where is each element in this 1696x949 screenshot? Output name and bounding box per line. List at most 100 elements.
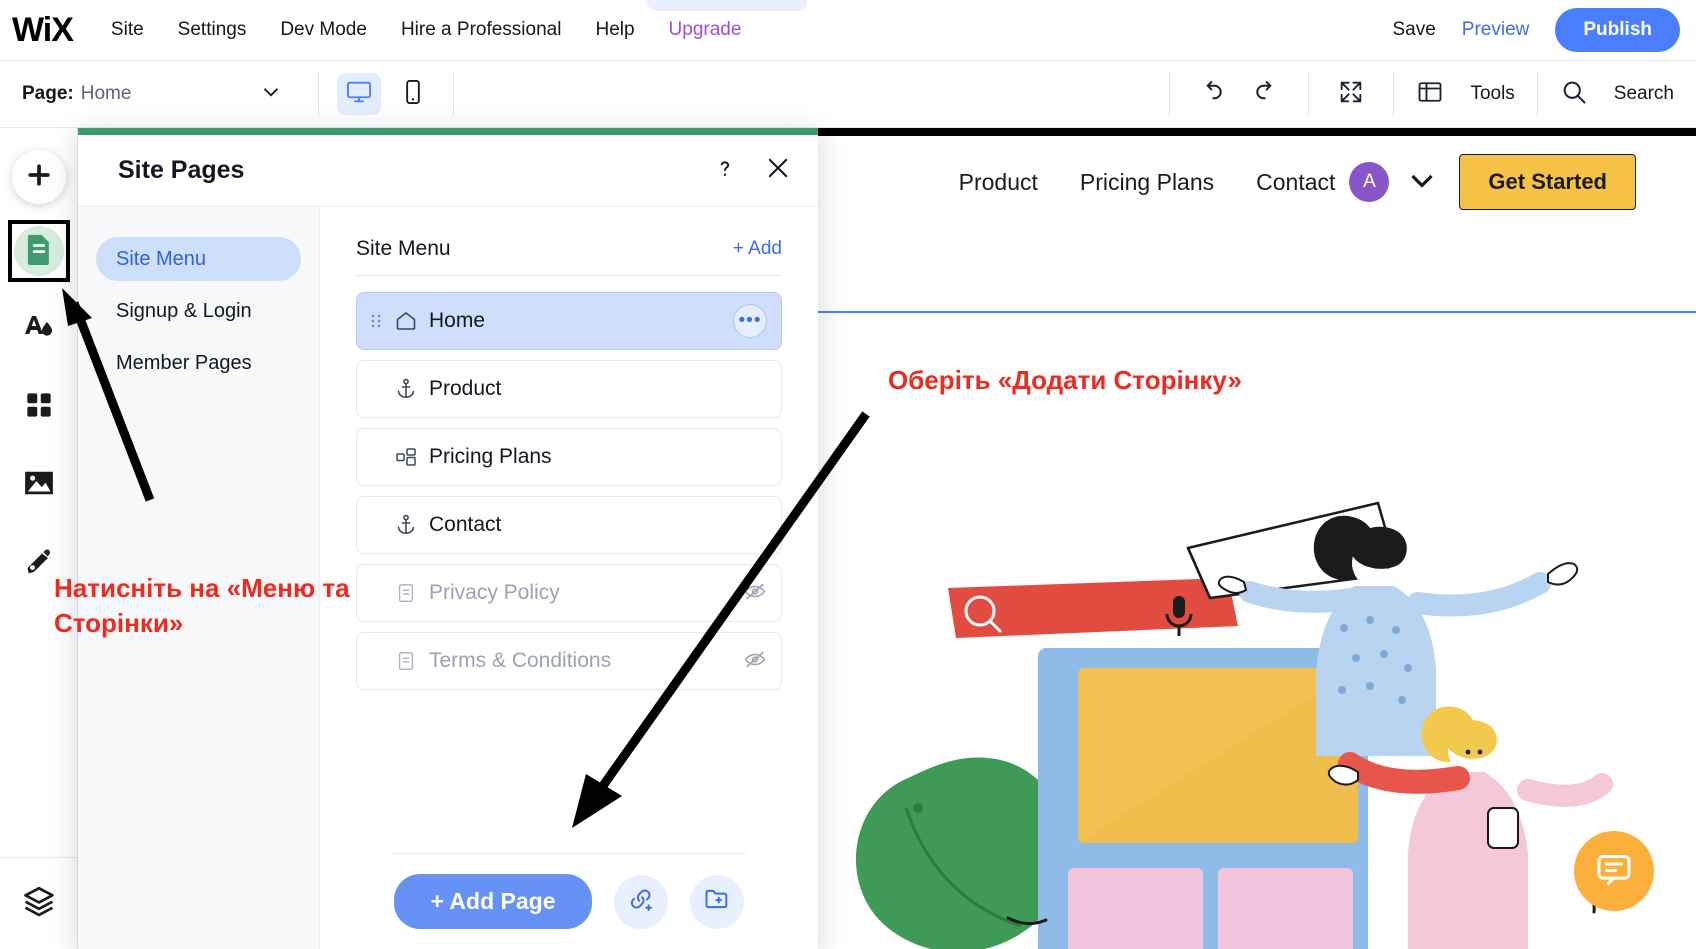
page-row-home[interactable]: Home ••• xyxy=(356,292,782,350)
sidebar-item-media[interactable] xyxy=(8,454,70,516)
desktop-icon xyxy=(345,78,373,111)
pen-icon xyxy=(24,547,54,580)
history-group xyxy=(1170,61,1308,128)
menu-item-dev-mode[interactable]: Dev Mode xyxy=(280,19,367,41)
pricing-grid-icon xyxy=(391,445,421,469)
page-options-button[interactable]: ••• xyxy=(733,304,767,338)
panel-section-header: Site Menu + Add xyxy=(356,207,782,276)
chat-widget-button[interactable] xyxy=(1574,831,1654,911)
help-button[interactable] xyxy=(712,155,738,186)
page-row-terms-conditions[interactable]: Terms & Conditions xyxy=(356,632,782,690)
drag-handle-icon[interactable] xyxy=(371,313,387,329)
panel-footer: + Add Page xyxy=(392,853,746,949)
document-icon xyxy=(391,650,421,672)
site-nav-contact[interactable]: Contact xyxy=(1256,169,1335,196)
sidebar-item-blog[interactable] xyxy=(8,532,70,594)
tools-group[interactable]: Tools xyxy=(1394,61,1536,128)
add-page-button[interactable]: + Add Page xyxy=(394,874,591,929)
close-icon xyxy=(764,169,792,186)
add-folder-button[interactable] xyxy=(690,875,744,929)
eye-off-icon[interactable] xyxy=(743,647,767,676)
page-row-label: Pricing Plans xyxy=(429,445,552,469)
document-icon xyxy=(391,582,421,604)
page-row-actions xyxy=(743,647,767,676)
page-row-contact[interactable]: Contact xyxy=(356,496,782,554)
sidebar-item-pages[interactable] xyxy=(8,220,70,282)
panel-nav: Site Menu Signup & Login Member Pages xyxy=(78,207,320,949)
page-row-label: Privacy Policy xyxy=(429,581,560,605)
avatar[interactable]: A xyxy=(1349,162,1389,202)
top-menu: Site Settings Dev Mode Hire a Profession… xyxy=(111,19,742,41)
sidebar-item-layers[interactable] xyxy=(0,857,78,949)
plus-icon xyxy=(24,160,54,195)
zoom-out-button[interactable] xyxy=(1331,74,1371,114)
add-menu-item-link[interactable]: + Add xyxy=(733,238,782,260)
eye-off-icon[interactable] xyxy=(743,579,767,608)
search-group[interactable]: Search xyxy=(1538,61,1696,128)
desktop-view-button[interactable] xyxy=(337,73,381,115)
toolbar-right: Tools Search xyxy=(1169,61,1696,128)
menu-item-settings[interactable]: Settings xyxy=(178,19,247,41)
layers-icon xyxy=(22,884,56,923)
page-row-actions xyxy=(743,579,767,608)
page-row-label: Contact xyxy=(429,513,501,537)
panel-section-title: Site Menu xyxy=(356,237,451,261)
save-button[interactable]: Save xyxy=(1392,19,1435,41)
image-icon xyxy=(23,469,55,502)
panel-nav-member-pages[interactable]: Member Pages xyxy=(96,341,301,385)
top-bar-actions: Save Preview Publish xyxy=(1392,8,1696,52)
page-title: Site Pages xyxy=(118,156,244,185)
search-icon xyxy=(1560,78,1588,111)
panel-nav-site-menu[interactable]: Site Menu xyxy=(96,237,301,281)
menu-item-upgrade[interactable]: Upgrade xyxy=(669,19,742,41)
zoom-group xyxy=(1309,61,1393,128)
undo-button[interactable] xyxy=(1192,74,1232,114)
page-row-product[interactable]: Product xyxy=(356,360,782,418)
site-nav-product[interactable]: Product xyxy=(959,169,1038,196)
menu-item-hire-a-professional[interactable]: Hire a Professional xyxy=(401,19,562,41)
page-row-label: Home xyxy=(429,309,485,333)
sidebar-item-apps[interactable] xyxy=(8,376,70,438)
menu-item-help[interactable]: Help xyxy=(595,19,634,41)
panel-header: Site Pages xyxy=(78,135,818,207)
site-nav-pricing-plans[interactable]: Pricing Plans xyxy=(1080,169,1214,196)
page-selector[interactable]: Page: Home xyxy=(0,61,318,128)
view-mode-switcher xyxy=(319,73,453,115)
upgrade-highlight xyxy=(647,0,807,11)
publish-button[interactable]: Publish xyxy=(1555,8,1680,52)
zoom-out-icon xyxy=(1337,78,1365,111)
panel-header-actions xyxy=(712,154,792,187)
hero-illustration xyxy=(758,478,1618,949)
anchor-icon xyxy=(391,377,421,401)
panel-body: Site Menu Signup & Login Member Pages Si… xyxy=(78,207,818,949)
page-selector-value: Home xyxy=(81,83,132,105)
house-icon xyxy=(391,309,421,333)
search-label: Search xyxy=(1614,83,1674,105)
page-row-privacy-policy[interactable]: Privacy Policy xyxy=(356,564,782,622)
panel-nav-signup-login[interactable]: Signup & Login xyxy=(96,289,301,333)
add-link-button[interactable] xyxy=(614,875,668,929)
folder-plus-icon xyxy=(703,885,731,918)
sidebar-item-site-design[interactable] xyxy=(8,298,70,360)
wix-logo[interactable]: WiX xyxy=(12,13,73,47)
page-selector-label: Page: xyxy=(22,83,74,105)
site-pages-panel: Site Pages Site Menu Signup & Login Me xyxy=(78,128,818,949)
menu-item-site[interactable]: Site xyxy=(111,19,144,41)
redo-icon xyxy=(1251,77,1281,112)
add-elements-button[interactable] xyxy=(12,150,66,204)
apps-grid-icon xyxy=(25,391,53,424)
panel-main: Site Menu + Add xyxy=(320,207,818,949)
get-started-button[interactable]: Get Started xyxy=(1459,154,1636,210)
editor-toolbar: Page: Home xyxy=(0,61,1696,128)
tools-panel-icon xyxy=(1416,78,1444,111)
chat-bubble-icon xyxy=(1594,849,1634,894)
page-row-label: Product xyxy=(429,377,501,401)
redo-button[interactable] xyxy=(1246,74,1286,114)
undo-icon xyxy=(1197,77,1227,112)
preview-button[interactable]: Preview xyxy=(1462,19,1530,41)
close-button[interactable] xyxy=(764,154,792,187)
page-row-pricing-plans[interactable]: Pricing Plans xyxy=(356,428,782,486)
tools-label: Tools xyxy=(1470,83,1514,105)
mobile-view-button[interactable] xyxy=(391,73,435,115)
chevron-down-icon[interactable] xyxy=(1403,161,1441,204)
